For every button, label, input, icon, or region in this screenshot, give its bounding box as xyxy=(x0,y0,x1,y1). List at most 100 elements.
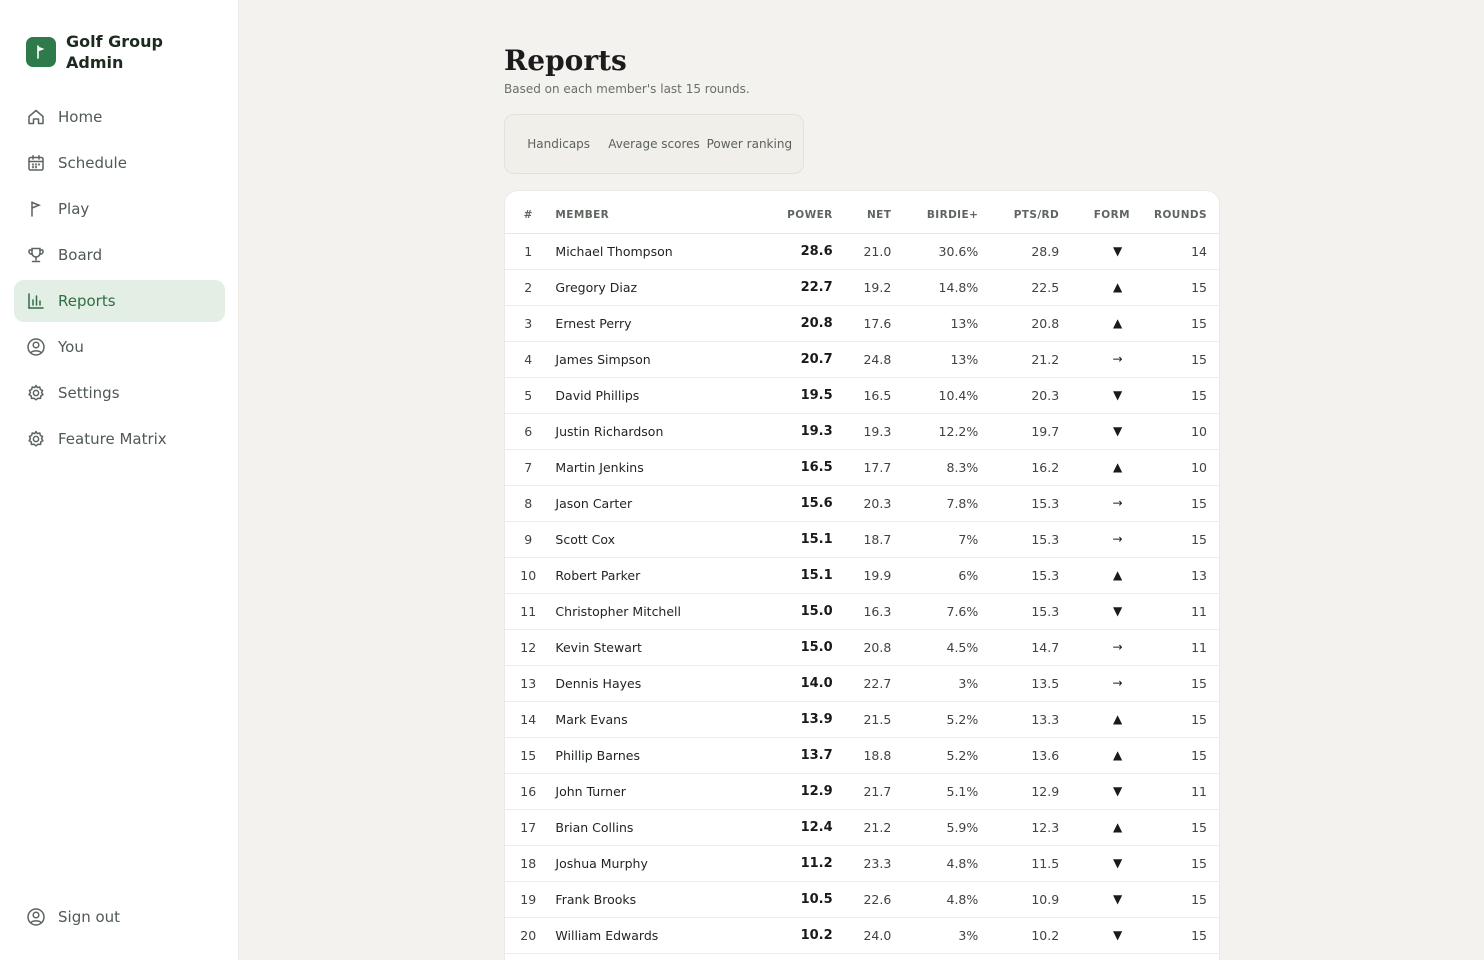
member-name[interactable]: Joshua Murphy xyxy=(543,845,736,882)
col-net[interactable]: NET xyxy=(832,191,892,234)
col-form[interactable]: FORM xyxy=(1059,191,1130,234)
table-row[interactable]: 6 Justin Richardson 19.3 19.3 12.2% 19.7 ▼ 10 xyxy=(505,413,1219,450)
trend-flat-icon: → xyxy=(1059,341,1130,378)
tab-power-ranking[interactable]: Power ranking xyxy=(702,136,797,153)
trend-up-icon: ▲ xyxy=(1059,449,1130,486)
member-name[interactable]: Phillip Barnes xyxy=(543,737,736,774)
member-name[interactable]: William Edwards xyxy=(543,917,736,954)
rank-cell: 16 xyxy=(505,773,544,810)
table-row[interactable]: 16 John Turner 12.9 21.7 5.1% 12.9 ▼ 11 xyxy=(505,773,1219,810)
pts-cell: 15.3 xyxy=(978,557,1060,594)
member-name[interactable]: David Phillips xyxy=(543,377,736,414)
table-row[interactable]: 15 Phillip Barnes 13.7 18.8 5.2% 13.6 ▲ 15 xyxy=(505,737,1219,774)
table-row[interactable]: 19 Frank Brooks 10.5 22.6 4.8% 10.9 ▼ 15 xyxy=(505,881,1219,918)
member-name[interactable]: Justin Richardson xyxy=(543,413,736,450)
table-row[interactable]: 11 Christopher Mitchell 15.0 16.3 7.6% 15.3 ▼ 1… xyxy=(505,593,1219,630)
rank-cell: 5 xyxy=(505,377,544,414)
rank-cell: 17 xyxy=(505,809,544,846)
table-row[interactable]: 8 Jason Carter 15.6 20.3 7.8% 15.3 → 15 xyxy=(505,485,1219,522)
net-cell: 22.7 xyxy=(832,665,892,702)
sidebar-item-board[interactable]: Board xyxy=(14,234,225,276)
table-row[interactable]: 10 Robert Parker 15.1 19.9 6% 15.3 ▲ 13 xyxy=(505,557,1219,594)
member-name[interactable]: Brian Collins xyxy=(543,809,736,846)
trend-up-icon: ▲ xyxy=(1059,305,1130,342)
tab-handicaps[interactable]: Handicaps xyxy=(511,136,606,153)
member-name[interactable]: Frank Brooks xyxy=(543,881,736,918)
member-name[interactable]: Robert Parker xyxy=(543,557,736,594)
trend-down-icon: ▼ xyxy=(1059,917,1130,954)
trend-up-icon: ▲ xyxy=(1059,557,1130,594)
rounds-cell: 11 xyxy=(1129,773,1219,810)
power-cell: 20.7 xyxy=(735,341,833,378)
rounds-cell: 15 xyxy=(1129,485,1219,522)
col-rank[interactable]: # xyxy=(505,191,544,234)
power-cell: 20.8 xyxy=(735,305,833,342)
pts-cell: 20.8 xyxy=(978,305,1060,342)
member-name[interactable]: Dennis Hayes xyxy=(543,665,736,702)
col-member[interactable]: MEMBER xyxy=(543,191,736,234)
rounds-cell: 15 xyxy=(1129,341,1219,378)
birdie-cell: 7.6% xyxy=(891,593,979,630)
table-row[interactable]: 9 Scott Cox 15.1 18.7 7% 15.3 → 15 xyxy=(505,521,1219,558)
member-name[interactable]: Scott Cox xyxy=(543,521,736,558)
table-row[interactable]: 3 Ernest Perry 20.8 17.6 13% 20.8 ▲ 15 xyxy=(505,305,1219,342)
power-cell: 11.2 xyxy=(735,845,833,882)
table-row[interactable]: 17 Brian Collins 12.4 21.2 5.9% 12.3 ▲ 15 xyxy=(505,809,1219,846)
rounds-cell: 15 xyxy=(1129,845,1219,882)
member-name[interactable]: James Simpson xyxy=(543,341,736,378)
sign-out-button[interactable]: Sign out xyxy=(14,896,225,938)
rank-cell: 11 xyxy=(505,593,544,630)
member-name[interactable]: Kevin Stewart xyxy=(543,629,736,666)
member-name[interactable]: Christopher Mitchell xyxy=(543,593,736,630)
flag-icon xyxy=(26,199,46,219)
table-row[interactable]: 13 Dennis Hayes 14.0 22.7 3% 13.5 → 15 xyxy=(505,665,1219,702)
sidebar-item-reports[interactable]: Reports xyxy=(14,280,225,322)
member-name[interactable]: Mark Evans xyxy=(543,701,736,738)
brand[interactable]: Golf Group Admin xyxy=(26,31,176,73)
table-row[interactable]: 14 Mark Evans 13.9 21.5 5.2% 13.3 ▲ 15 xyxy=(505,701,1219,738)
sidebar-item-home[interactable]: Home xyxy=(14,96,225,138)
tab-average-scores[interactable]: Average scores xyxy=(606,136,701,153)
rounds-cell: 15 xyxy=(1129,881,1219,918)
sidebar-item-play[interactable]: Play xyxy=(14,188,225,230)
sidebar-item-label: Schedule xyxy=(58,154,127,172)
member-name[interactable]: Michael Thompson xyxy=(543,233,736,270)
trend-down-icon: ▼ xyxy=(1059,413,1130,450)
table-row[interactable]: 5 David Phillips 19.5 16.5 10.4% 20.3 ▼ 15 xyxy=(505,377,1219,414)
rounds-cell: 14 xyxy=(1129,233,1219,270)
power-ranking-card: # MEMBER POWER NET BIRDIE+ PTS/RD FORM R… xyxy=(504,190,1220,960)
table-row[interactable]: 7 Martin Jenkins 16.5 17.7 8.3% 16.2 ▲ 10 xyxy=(505,449,1219,486)
pts-cell: 16.2 xyxy=(978,449,1060,486)
power-cell: 13.7 xyxy=(735,737,833,774)
sidebar-item-feature-matrix[interactable]: Feature Matrix xyxy=(14,418,225,460)
sidebar-item-label: Reports xyxy=(58,292,116,310)
sidebar-item-label: You xyxy=(58,338,84,356)
table-row[interactable]: 20 William Edwards 10.2 24.0 3% 10.2 ▼ 15 xyxy=(505,917,1219,954)
table-row[interactable]: 1 Michael Thompson 28.6 21.0 30.6% 28.9 ▼ 14 xyxy=(505,233,1219,270)
power-cell: 15.1 xyxy=(735,557,833,594)
pts-cell: 21.2 xyxy=(978,341,1060,378)
member-name[interactable]: Gregory Diaz xyxy=(543,269,736,306)
power-cell: 10.5 xyxy=(735,881,833,918)
col-pts-per-round[interactable]: PTS/RD xyxy=(978,191,1060,234)
member-name[interactable]: Martin Jenkins xyxy=(543,449,736,486)
col-power[interactable]: POWER xyxy=(735,191,833,234)
sidebar-item-you[interactable]: You xyxy=(14,326,225,368)
sidebar-item-schedule[interactable]: Schedule xyxy=(14,142,225,184)
bar-chart-icon xyxy=(26,291,46,311)
table-row[interactable]: 2 Gregory Diaz 22.7 19.2 14.8% 22.5 ▲ 15 xyxy=(505,269,1219,306)
member-name[interactable]: John Turner xyxy=(543,773,736,810)
col-birdie[interactable]: BIRDIE+ xyxy=(891,191,979,234)
member-name[interactable]: Jason Carter xyxy=(543,485,736,522)
table-row[interactable]: 4 James Simpson 20.7 24.8 13% 21.2 → 15 xyxy=(505,341,1219,378)
trend-down-icon: ▼ xyxy=(1059,233,1130,270)
birdie-cell: 5.1% xyxy=(891,773,979,810)
power-ranking-table: # MEMBER POWER NET BIRDIE+ PTS/RD FORM R… xyxy=(505,191,1219,954)
member-name[interactable]: Ernest Perry xyxy=(543,305,736,342)
pts-cell: 15.3 xyxy=(978,485,1060,522)
trend-down-icon: ▼ xyxy=(1059,881,1130,918)
col-rounds[interactable]: ROUNDS xyxy=(1129,191,1219,234)
table-row[interactable]: 18 Joshua Murphy 11.2 23.3 4.8% 11.5 ▼ 15 xyxy=(505,845,1219,882)
table-row[interactable]: 12 Kevin Stewart 15.0 20.8 4.5% 14.7 → 11 xyxy=(505,629,1219,666)
sidebar-item-settings[interactable]: Settings xyxy=(14,372,225,414)
